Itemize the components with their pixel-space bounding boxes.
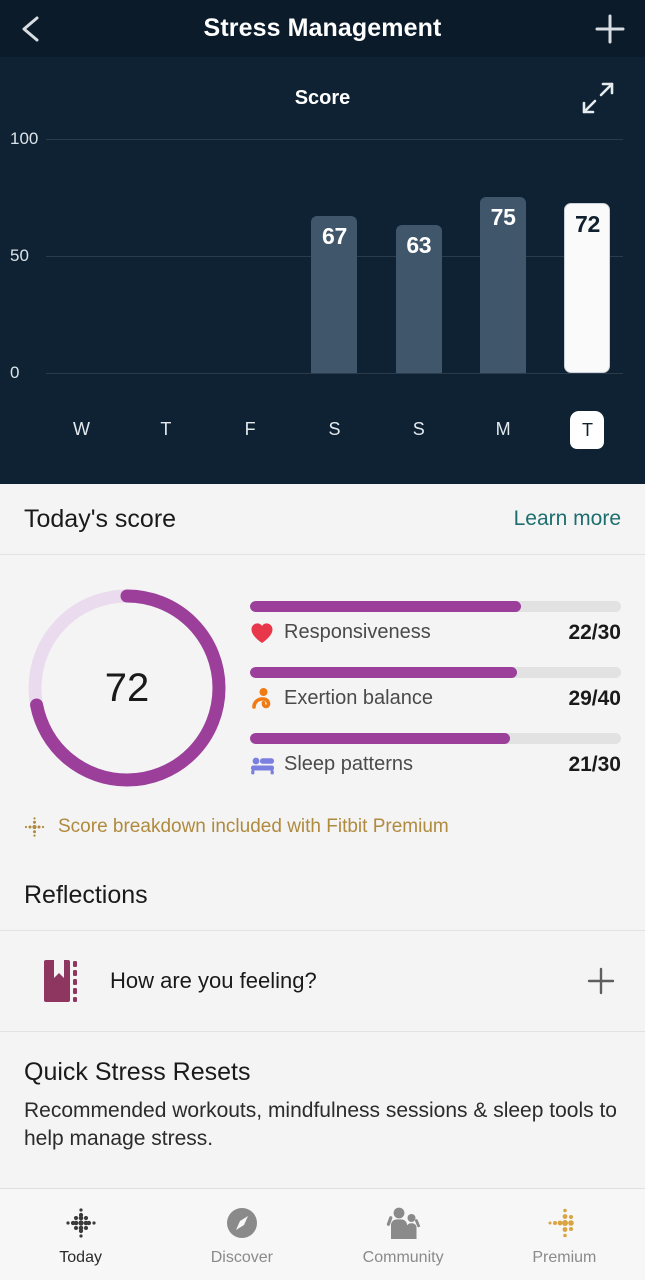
metrics-list: Responsiveness 22/30 Exertion balance 29… <box>250 581 623 796</box>
gauge-value: 72 <box>104 666 150 710</box>
back-button[interactable] <box>0 14 62 44</box>
journal-book-icon <box>42 958 86 1004</box>
add-button[interactable] <box>575 12 645 46</box>
reflections-header: Reflections <box>0 860 645 930</box>
reflection-label: How are you feeling? <box>110 968 317 993</box>
todays-score-body: 72 Responsiveness 22/30 Exertion balance… <box>0 555 645 804</box>
x-tick-3: S <box>328 419 341 439</box>
gridline-0 <box>46 373 623 374</box>
x-tick-4: S <box>412 419 425 439</box>
bar-group: 67 63 75 72 <box>46 139 623 373</box>
metric-value: 21/30 <box>568 752 621 776</box>
reflection-item[interactable]: How are you feeling? <box>0 931 645 1031</box>
progress-fill <box>250 666 518 678</box>
x-tick-1: T <box>160 419 172 439</box>
compass-icon <box>222 1203 262 1243</box>
bar-chart-plot: 100 50 0 67 63 75 72 W T F S S M T <box>0 129 645 449</box>
metric-label: Responsiveness <box>284 621 431 643</box>
quick-stress-resets-section: Quick Stress Resets Recommended workouts… <box>0 1032 645 1152</box>
bed-icon <box>250 755 284 775</box>
bar-slot[interactable] <box>215 139 286 373</box>
plus-icon <box>587 967 615 995</box>
bottom-navigation: Today Discover Community Premium <box>0 1188 645 1280</box>
people-icon <box>382 1203 424 1243</box>
quick-stress-resets-description: Recommended workouts, mindfulness sessio… <box>24 1099 617 1150</box>
bar-slot[interactable] <box>46 139 117 373</box>
bar-slot[interactable]: 63 <box>383 139 454 373</box>
tab-label: Discover <box>210 1248 273 1266</box>
x-tick-2: F <box>244 419 256 439</box>
bar-slot[interactable]: 75 <box>468 139 539 373</box>
add-reflection-button[interactable] <box>581 965 621 997</box>
metric-sleep-patterns: Sleep patterns 21/30 <box>250 732 621 777</box>
progress-track <box>250 600 621 612</box>
metric-line: Sleep patterns 21/30 <box>250 753 621 777</box>
bar-value: 63 <box>406 232 432 258</box>
learn-more-link[interactable]: Learn more <box>514 507 621 531</box>
bar-slot[interactable]: 67 <box>299 139 370 373</box>
progress-track <box>250 732 621 744</box>
metric-exertion-balance: Exertion balance 29/40 <box>250 666 621 711</box>
y-tick-50: 50 <box>10 246 29 265</box>
expand-diagonal-icon <box>582 82 614 114</box>
bar-slot[interactable]: 72 <box>552 139 623 373</box>
fitbit-dots-icon <box>61 1203 101 1243</box>
y-tick-100: 100 <box>10 129 39 148</box>
bar-today[interactable]: 72 <box>564 203 611 373</box>
x-tick-0: W <box>73 419 90 439</box>
metric-label: Sleep patterns <box>284 753 413 775</box>
metric-line: Responsiveness 22/30 <box>250 621 621 645</box>
y-tick-0: 0 <box>10 363 20 382</box>
bar-value: 67 <box>321 223 347 249</box>
app-screen: Stress Management Score 100 50 0 67 63 7… <box>0 0 645 1280</box>
todays-score-header: Today's score Learn more <box>0 484 645 554</box>
metric-value: 22/30 <box>568 620 621 644</box>
tab-premium[interactable]: Premium <box>484 1203 645 1267</box>
app-header: Stress Management <box>0 0 645 57</box>
quick-stress-resets-title: Quick Stress Resets <box>24 1058 251 1086</box>
plus-icon <box>595 14 625 43</box>
todays-score-title: Today's score <box>24 504 177 533</box>
x-tick-6-today: T <box>552 411 623 457</box>
tab-label: Community <box>362 1248 444 1266</box>
progress-fill <box>250 600 521 612</box>
fitbit-premium-dots-icon <box>24 817 45 837</box>
expand-chart-button[interactable] <box>575 75 621 121</box>
tab-today[interactable]: Today <box>0 1203 161 1267</box>
person-exercise-icon <box>250 687 284 711</box>
today-marker: T <box>570 411 605 449</box>
heart-icon <box>250 622 284 644</box>
premium-note[interactable]: Score breakdown included with Fitbit Pre… <box>0 804 645 860</box>
tab-label: Premium <box>532 1248 597 1266</box>
progress-fill <box>250 732 510 744</box>
tab-community[interactable]: Community <box>323 1203 484 1267</box>
bar-value: 75 <box>490 204 516 230</box>
x-tick-5: M <box>495 419 511 439</box>
metric-responsiveness: Responsiveness 22/30 <box>250 600 621 645</box>
reflections-title: Reflections <box>24 880 148 909</box>
bar-mon[interactable]: 75 <box>480 197 527 373</box>
content-area: Today's score Learn more 72 Responsivene… <box>0 484 645 1280</box>
metric-line: Exertion balance 29/40 <box>250 687 621 711</box>
bar-sun[interactable]: 63 <box>395 225 442 373</box>
bar-slot[interactable] <box>130 139 201 373</box>
bar-sat[interactable]: 67 <box>311 216 358 373</box>
score-gauge: 72 <box>22 581 232 796</box>
metric-label: Exertion balance <box>284 687 433 709</box>
score-chart-panel: Score 100 50 0 67 63 75 72 W T F S S M T <box>0 57 645 484</box>
progress-track <box>250 666 621 678</box>
fitbit-premium-dots-icon <box>544 1203 584 1243</box>
page-title: Stress Management <box>203 14 442 42</box>
bar-value: 72 <box>574 211 600 237</box>
metric-value: 29/40 <box>568 686 621 710</box>
chevron-left-icon <box>22 16 39 41</box>
tab-discover[interactable]: Discover <box>161 1203 322 1267</box>
tab-label: Today <box>59 1248 102 1266</box>
premium-note-text: Score breakdown included with Fitbit Pre… <box>58 816 449 837</box>
x-axis: W T F S S M T <box>46 399 623 467</box>
chart-header: Score <box>0 57 645 139</box>
chart-title: Score <box>294 86 351 109</box>
